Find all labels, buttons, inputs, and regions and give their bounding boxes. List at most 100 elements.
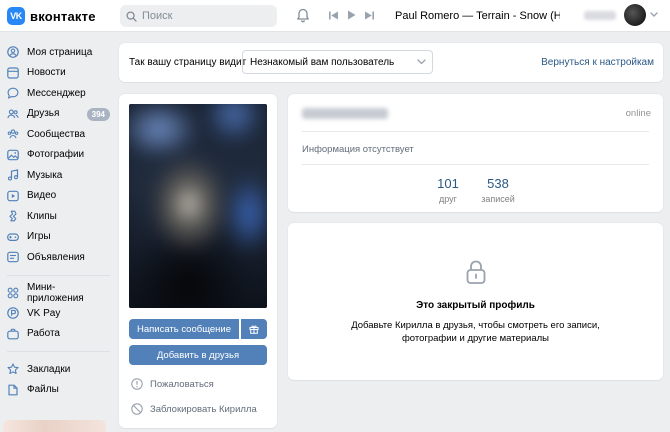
divider [302, 164, 649, 165]
profile-info-card: online Информация отсутствует 101 друг 5… [288, 94, 663, 212]
sidebar-item-video[interactable]: Видео [0, 186, 112, 207]
sidebar-item-label: Сообщества [27, 128, 86, 140]
now-playing-track[interactable]: Paul Romero — Terrain - Snow (Heroe... [395, 10, 560, 22]
back-to-settings-link[interactable]: Вернуться к настройкам [541, 57, 654, 68]
posts-counter[interactable]: 538 записей [468, 176, 528, 204]
sidebar-item-label: Файлы [27, 384, 59, 396]
sidebar-divider [7, 274, 110, 276]
sidebar-item-label: Мини-приложения [26, 281, 84, 304]
clips-icon [9, 210, 17, 222]
sidebar-item-label: VK Pay [27, 307, 61, 319]
viewer-select-value: Незнакомый вам пользователь [250, 56, 395, 68]
sidebar-item-label: Мессенджер [27, 87, 86, 99]
gamepad-icon [7, 233, 19, 241]
block-icon [131, 403, 143, 415]
briefcase-icon [7, 328, 19, 340]
sidebar-item-news[interactable]: Новости [0, 63, 112, 84]
sidebar-item-label: Объявления [27, 251, 85, 263]
music-note-icon [7, 169, 19, 181]
gift-button[interactable] [241, 319, 267, 339]
sidebar-item-bookmarks[interactable]: Закладки [0, 359, 112, 380]
counter-caption: записей [481, 194, 515, 204]
profile-avatar-card: Написать сообщение Добавить в друзья Пож… [119, 94, 277, 428]
sidebar-item-label: Музыка [27, 169, 63, 181]
divider [302, 131, 649, 132]
profile-name-blurred [302, 108, 388, 119]
report-icon [131, 378, 143, 390]
user-avatar[interactable] [624, 4, 646, 26]
closed-profile-title: Это закрытый профиль [416, 300, 535, 311]
block-user-link[interactable]: Заблокировать Кирилла [131, 403, 257, 415]
report-link[interactable]: Пожаловаться [131, 378, 214, 390]
vk-logo-icon: VK [7, 7, 25, 25]
logo-text: вконтакте [30, 8, 96, 24]
sidebar-promo-image[interactable] [3, 420, 106, 432]
user-circle-icon [7, 46, 19, 59]
friends-icon [7, 109, 19, 118]
online-status: online [625, 108, 651, 119]
star-icon [7, 363, 19, 375]
chat-bubble-icon [7, 87, 19, 99]
sidebar-item-vk-pay[interactable]: VK Pay [0, 303, 112, 324]
view-as-bar: Так вашу страницу видит Незнакомый вам п… [119, 43, 663, 82]
sidebar-item-label: Моя страница [27, 46, 93, 58]
photo-icon [7, 149, 19, 161]
sidebar-item-work[interactable]: Работа [0, 324, 112, 345]
notifications-bell-icon[interactable] [296, 8, 310, 23]
profile-photo[interactable] [129, 104, 267, 308]
sidebar-item-games[interactable]: Игры [0, 227, 112, 248]
sidebar-item-my-page[interactable]: Моя страница [0, 42, 112, 63]
counter-number: 538 [487, 176, 509, 191]
previous-track-icon[interactable] [329, 11, 338, 20]
sidebar-item-label: Клипы [27, 210, 57, 222]
apps-icon [7, 287, 19, 299]
sidebar-item-music[interactable]: Музыка [0, 165, 112, 186]
report-label: Пожаловаться [150, 378, 214, 390]
sidebar-item-label: Закладки [27, 363, 71, 375]
sidebar-item-label: Друзья [27, 108, 60, 120]
sidebar-item-mini-apps[interactable]: Мини-приложения [0, 281, 112, 304]
communities-icon [7, 129, 19, 139]
left-sidebar: Моя страница Новости Мессенджер Друзья 3… [0, 42, 112, 400]
sidebar-item-label: Видео [27, 190, 57, 202]
top-header: VK вконтакте Paul Romero — Terrain - Sno… [0, 0, 670, 32]
newspaper-icon [7, 67, 19, 79]
search-box[interactable] [120, 5, 277, 27]
view-as-label: Так вашу страницу видит [129, 57, 247, 68]
sidebar-divider [7, 351, 110, 352]
sidebar-item-messenger[interactable]: Мессенджер [0, 83, 112, 104]
gift-icon [249, 325, 259, 334]
ads-icon [7, 251, 19, 263]
next-track-icon[interactable] [365, 11, 374, 20]
video-icon [7, 190, 19, 202]
sidebar-item-ads[interactable]: Объявления [0, 247, 112, 268]
chevron-down-icon [417, 59, 426, 65]
block-label: Заблокировать Кирилла [150, 403, 257, 415]
sidebar-item-label: Фотографии [27, 149, 85, 161]
lock-icon [466, 260, 486, 284]
audio-player-controls [329, 10, 374, 20]
viewer-select[interactable]: Незнакомый вам пользователь [242, 50, 433, 74]
add-friend-button[interactable]: Добавить в друзья [129, 345, 267, 365]
vk-logo[interactable]: VK вконтакте [7, 7, 96, 25]
sidebar-item-clips[interactable]: Клипы [0, 206, 112, 227]
closed-profile-text: Добавьте Кирилла в друзья, чтобы смотрет… [351, 320, 600, 344]
write-message-button[interactable]: Написать сообщение [129, 319, 239, 339]
no-info-text: Информация отсутствует [302, 144, 414, 155]
user-name-blurred[interactable] [584, 11, 616, 20]
vkpay-icon [7, 307, 19, 320]
sidebar-item-photos[interactable]: Фотографии [0, 145, 112, 166]
search-icon [126, 10, 137, 22]
sidebar-item-communities[interactable]: Сообщества [0, 124, 112, 145]
search-input[interactable] [142, 10, 272, 22]
sidebar-item-files[interactable]: Файлы [0, 380, 112, 401]
sidebar-item-friends[interactable]: Друзья 394 [0, 104, 112, 125]
file-icon [8, 384, 18, 396]
friends-count-badge: 394 [86, 107, 110, 121]
play-icon[interactable] [347, 10, 356, 20]
sidebar-item-label: Новости [27, 67, 66, 79]
closed-profile-card: Это закрытый профиль Добавьте Кирилла в … [288, 223, 663, 380]
chevron-down-icon[interactable] [650, 12, 658, 18]
sidebar-item-label: Работа [27, 328, 60, 340]
sidebar-item-label: Игры [27, 231, 51, 243]
